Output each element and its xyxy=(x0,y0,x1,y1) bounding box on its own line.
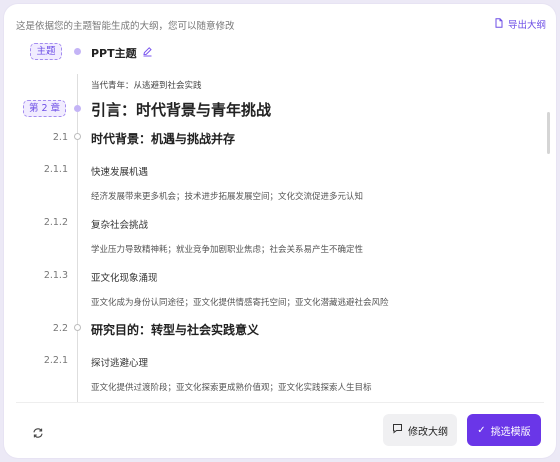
point-detail[interactable]: 学业压力导致精神耗；就业竞争加剧职业焦虑；社会关系易产生不确定性 xyxy=(91,243,363,255)
section-row: 2.2 研究目的：转型与社会实践意义 xyxy=(4,320,534,340)
chapter-badge: 第 2 章 xyxy=(23,100,66,117)
scrollbar-thumb[interactable] xyxy=(547,112,550,154)
topic-badge: 主题 xyxy=(30,43,62,60)
topic-subtitle[interactable]: 当代青年：从逃避到社会实践 xyxy=(91,79,202,91)
section-title[interactable]: 时代背景：机遇与挑战并存 xyxy=(91,130,235,147)
section-node xyxy=(74,133,81,140)
section-number: 2.1 xyxy=(52,132,68,143)
topic-row: 主题 PPT主题 xyxy=(4,42,534,64)
point-title[interactable]: 探讨逃避心理 xyxy=(91,355,148,369)
choose-template-button[interactable]: ✓ 挑选模版 xyxy=(467,414,541,446)
choose-template-label: 挑选模版 xyxy=(490,426,531,438)
refresh-icon[interactable] xyxy=(31,425,45,439)
modify-outline-button[interactable]: 修改大纲 xyxy=(383,414,457,446)
tree-connector-line xyxy=(77,74,78,402)
section-row: 2.1 时代背景：机遇与挑战并存 xyxy=(4,129,534,149)
outline-dialog: 这是依据您的主题智能生成的大纲，您可以随意修改 导出大纲 主题 PPT主题 当代… xyxy=(4,4,556,458)
footer-divider xyxy=(16,402,544,403)
point-detail[interactable]: 经济发展带来更多机会；技术进步拓展发展空间；文化交流促进多元认知 xyxy=(91,190,363,202)
outline-tree[interactable]: 主题 PPT主题 当代青年：从逃避到社会实践 第 2 章 引言：时代背景与青年挑… xyxy=(4,42,556,402)
point-detail[interactable]: 亚文化提供过渡阶段；亚文化探索更成熟价值观；亚文化实践探索人生目标 xyxy=(91,381,372,393)
chapter-row: 第 2 章 引言：时代背景与青年挑战 xyxy=(4,99,534,121)
point-title[interactable]: 亚文化现象涌现 xyxy=(91,270,158,284)
point-number: 2.1.2 xyxy=(43,217,68,228)
comment-icon xyxy=(392,423,403,437)
header-bar: 这是依据您的主题智能生成的大纲，您可以随意修改 导出大纲 xyxy=(4,4,556,42)
export-outline-label: 导出大纲 xyxy=(507,20,546,31)
topic-node xyxy=(74,48,81,55)
document-icon xyxy=(494,17,504,31)
hint-text: 这是依据您的主题智能生成的大纲，您可以随意修改 xyxy=(16,21,235,32)
point-title[interactable]: 快速发展机遇 xyxy=(91,164,148,178)
topic-title-wrap[interactable]: PPT主题 xyxy=(91,45,153,61)
point-number: 2.2.1 xyxy=(43,355,68,366)
modify-outline-label: 修改大纲 xyxy=(408,426,448,438)
section-number: 2.2 xyxy=(52,323,68,334)
point-number: 2.1.1 xyxy=(43,164,68,175)
check-icon: ✓ xyxy=(477,424,486,436)
section-node xyxy=(74,324,81,331)
chapter-title[interactable]: 引言：时代背景与青年挑战 xyxy=(91,99,271,120)
point-number: 2.1.3 xyxy=(43,270,68,281)
point-title[interactable]: 复杂社会挑战 xyxy=(91,217,148,231)
section-title[interactable]: 研究目的：转型与社会实践意义 xyxy=(91,321,259,338)
pencil-icon[interactable] xyxy=(142,46,153,60)
topic-title: PPT主题 xyxy=(91,47,137,60)
chapter-node xyxy=(74,105,81,112)
export-outline-button[interactable]: 导出大纲 xyxy=(494,17,546,31)
point-detail[interactable]: 亚文化成为身份认同途径；亚文化提供情感寄托空间；亚文化潜藏逃避社会风险 xyxy=(91,296,389,308)
